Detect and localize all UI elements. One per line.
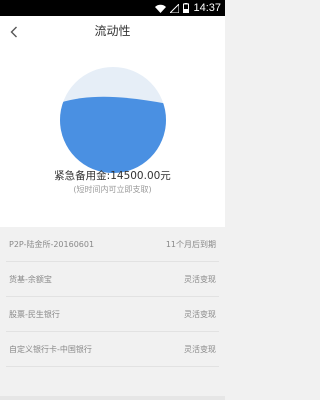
asset-list: P2P-陆金所-20160601 11个月后到期 货基-余额宝 灵活变现 股票-… xyxy=(0,227,225,367)
asset-name: 货基-余额宝 xyxy=(9,275,52,284)
liquid-gauge xyxy=(60,67,166,173)
asset-liquidity-status: 灵活变现 xyxy=(184,345,216,354)
battery-icon xyxy=(183,3,190,13)
nav-bar: 流动性 xyxy=(0,16,225,47)
gauge-liquid-fill xyxy=(60,96,166,173)
status-time: 14:37 xyxy=(193,2,221,14)
emergency-fund-amount: 紧急备用金:14500.00元 xyxy=(54,170,171,182)
liquidity-summary: 紧急备用金:14500.00元 (短时间内可立即支取) xyxy=(0,47,225,227)
asset-row[interactable]: 自定义银行卡-中国银行 灵活变现 xyxy=(6,332,219,367)
asset-row[interactable]: 股票-民生银行 灵活变现 xyxy=(6,297,219,332)
wifi-icon xyxy=(155,4,167,13)
page-title: 流动性 xyxy=(94,24,131,38)
asset-name: 股票-民生银行 xyxy=(9,310,60,319)
status-bar: 14:37 xyxy=(0,0,225,16)
emergency-fund-note: (短时间内可立即支取) xyxy=(73,185,152,194)
asset-row[interactable]: 货基-余额宝 灵活变现 xyxy=(6,262,219,297)
bottom-edge xyxy=(0,396,225,400)
asset-row[interactable]: P2P-陆金所-20160601 11个月后到期 xyxy=(6,227,219,262)
signal-icon xyxy=(170,3,180,13)
asset-name: 自定义银行卡-中国银行 xyxy=(9,345,92,354)
asset-liquidity-status: 11个月后到期 xyxy=(165,240,216,249)
asset-liquidity-status: 灵活变现 xyxy=(184,310,216,319)
asset-name: P2P-陆金所-20160601 xyxy=(9,240,95,249)
asset-liquidity-status: 灵活变现 xyxy=(184,275,216,284)
status-icons: 14:37 xyxy=(155,0,221,16)
